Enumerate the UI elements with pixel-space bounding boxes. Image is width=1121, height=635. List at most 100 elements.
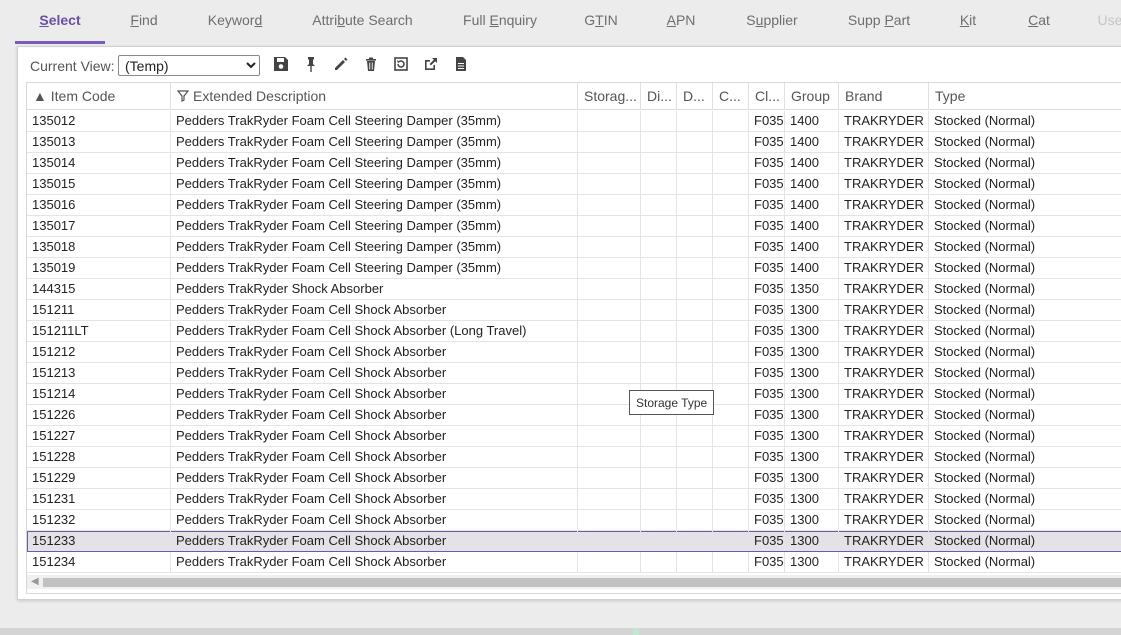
cell-storage — [578, 531, 641, 551]
tab-supp-part[interactable]: Supp Part — [834, 0, 924, 44]
filter-icon[interactable] — [176, 88, 193, 104]
table-row[interactable]: 151214 Pedders TrakRyder Foam Cell Shock … — [27, 384, 1121, 405]
tab-select[interactable]: Select — [15, 0, 105, 44]
scrollbar-thumb[interactable] — [43, 578, 1121, 587]
column-header-storage[interactable]: Storag... — [578, 83, 641, 110]
cell-c — [713, 426, 749, 446]
cell-brand: TRAKRYDER — [839, 279, 929, 299]
document-icon[interactable] — [452, 55, 470, 73]
cell-type: Stocked (Normal) — [929, 384, 1121, 404]
cell-c — [713, 363, 749, 383]
sort-ascending-icon[interactable]: ▲ — [33, 88, 51, 104]
cell-brand: TRAKRYDER — [839, 552, 929, 572]
tab-label: Supp — [847, 12, 885, 28]
column-header-group[interactable]: Group — [785, 83, 839, 110]
cell-cl: F035 — [749, 342, 785, 362]
column-header-label: Type — [935, 88, 966, 104]
cell-di — [641, 510, 677, 530]
cell-d — [677, 426, 713, 446]
table-row[interactable]: 144315 Pedders TrakRyder Shock Absorber F0… — [27, 279, 1121, 300]
cell-cl: F035 — [749, 363, 785, 383]
tab-gtin[interactable]: GTIN — [570, 0, 632, 44]
cell-brand: TRAKRYDER — [839, 174, 929, 194]
tab-accesskey: E — [489, 12, 499, 28]
cell-c — [713, 405, 749, 425]
column-header-di[interactable]: Di... — [641, 83, 677, 110]
scroll-left-icon[interactable]: ◀ — [31, 576, 39, 587]
cell-c — [713, 321, 749, 341]
table-row[interactable]: 151231 Pedders TrakRyder Foam Cell Shock … — [27, 489, 1121, 510]
table-row[interactable]: 151228 Pedders TrakRyder Foam Cell Shock … — [27, 447, 1121, 468]
column-header-cl[interactable]: Cl... — [749, 83, 785, 110]
cell-group: 1300 — [785, 405, 839, 425]
table-row[interactable]: 135017 Pedders TrakRyder Foam Cell Steeri… — [27, 216, 1121, 237]
cell-code: 151234 — [27, 552, 171, 572]
tab-kit[interactable]: Kit — [944, 0, 992, 44]
table-row[interactable]: 135012 Pedders TrakRyder Foam Cell Steeri… — [27, 111, 1121, 132]
tab-cat[interactable]: Cat — [1012, 0, 1066, 44]
save-icon[interactable] — [272, 55, 290, 73]
table-row-selected[interactable]: 151233 Pedders TrakRyder Foam Cell Shock … — [27, 531, 1121, 552]
table-row[interactable]: 135015 Pedders TrakRyder Foam Cell Steeri… — [27, 174, 1121, 195]
table-row[interactable]: 135018 Pedders TrakRyder Foam Cell Steeri… — [27, 237, 1121, 258]
cell-cl: F035 — [749, 153, 785, 173]
tab-use[interactable]: Use — [1090, 0, 1121, 44]
tab-find[interactable]: Find — [115, 0, 173, 44]
tab-accesskey: A — [666, 12, 676, 28]
cell-di — [641, 489, 677, 509]
cell-desc: Pedders TrakRyder Foam Cell Steering Dam… — [171, 132, 578, 152]
cell-desc: Pedders TrakRyder Foam Cell Steering Dam… — [171, 216, 578, 236]
cell-type: Stocked (Normal) — [929, 531, 1121, 551]
table-row[interactable]: 151211LT Pedders TrakRyder Foam Cell Shoc… — [27, 321, 1121, 342]
column-header-label: Item Code — [50, 88, 116, 104]
table-row[interactable]: 151234 Pedders TrakRyder Foam Cell Shock … — [27, 552, 1121, 573]
horizontal-scrollbar[interactable]: ◀ — [27, 575, 1121, 589]
delete-icon[interactable] — [362, 55, 380, 73]
edit-icon[interactable] — [332, 55, 350, 73]
tab-accesskey: P — [884, 12, 894, 28]
cell-d — [677, 216, 713, 236]
tab-attribute-search[interactable]: Attribute Search — [300, 0, 425, 44]
table-row[interactable]: 151229 Pedders TrakRyder Foam Cell Shock … — [27, 468, 1121, 489]
cell-cl: F035 — [749, 195, 785, 215]
tab-apn[interactable]: APN — [652, 0, 710, 44]
table-row[interactable]: 151226 Pedders TrakRyder Foam Cell Shock … — [27, 405, 1121, 426]
current-view-select[interactable]: (Temp) — [118, 55, 260, 76]
table-row[interactable]: 135019 Pedders TrakRyder Foam Cell Steeri… — [27, 258, 1121, 279]
cell-brand: TRAKRYDER — [839, 111, 929, 131]
column-header-brand[interactable]: Brand — [839, 83, 929, 110]
table-row[interactable]: 135014 Pedders TrakRyder Foam Cell Steeri… — [27, 153, 1121, 174]
column-header-code[interactable]: ▲ Item Code — [27, 83, 171, 110]
cell-desc: Pedders TrakRyder Foam Cell Shock Absorb… — [171, 552, 578, 572]
tab-label: art — [893, 12, 911, 28]
cell-group: 1300 — [785, 531, 839, 551]
cell-storage — [578, 426, 641, 446]
cell-cl: F035 — [749, 237, 785, 257]
tab-label: IN — [603, 12, 618, 28]
cell-brand: TRAKRYDER — [839, 489, 929, 509]
pin-icon[interactable] — [302, 55, 320, 73]
cell-storage — [578, 153, 641, 173]
table-row[interactable]: 151213 Pedders TrakRyder Foam Cell Shock … — [27, 363, 1121, 384]
table-row[interactable]: 151211 Pedders TrakRyder Foam Cell Shock … — [27, 300, 1121, 321]
tab-full-enquiry[interactable]: Full Enquiry — [450, 0, 550, 44]
table-row[interactable]: 135013 Pedders TrakRyder Foam Cell Steeri… — [27, 132, 1121, 153]
table-row[interactable]: 151212 Pedders TrakRyder Foam Cell Shock … — [27, 342, 1121, 363]
table-row[interactable]: 135016 Pedders TrakRyder Foam Cell Steeri… — [27, 195, 1121, 216]
cell-group: 1350 — [785, 279, 839, 299]
column-header-type[interactable]: Type — [929, 83, 1121, 110]
cell-c — [713, 237, 749, 257]
table-row[interactable]: 151232 Pedders TrakRyder Foam Cell Shock … — [27, 510, 1121, 531]
export-icon[interactable] — [422, 55, 440, 73]
column-header-c[interactable]: C... — [713, 83, 749, 110]
column-header-desc[interactable]: Extended Description — [171, 83, 578, 110]
cell-c — [713, 111, 749, 131]
tab-supplier[interactable]: Supplier — [732, 0, 812, 44]
cell-type: Stocked (Normal) — [929, 426, 1121, 446]
table-row[interactable]: 151227 Pedders TrakRyder Foam Cell Shock … — [27, 426, 1121, 447]
cell-brand: TRAKRYDER — [839, 405, 929, 425]
column-header-d[interactable]: D... — [677, 83, 713, 110]
cell-code: 135018 — [27, 237, 171, 257]
reset-view-icon[interactable] — [392, 55, 410, 73]
tab-keyword[interactable]: Keyword — [195, 0, 275, 44]
